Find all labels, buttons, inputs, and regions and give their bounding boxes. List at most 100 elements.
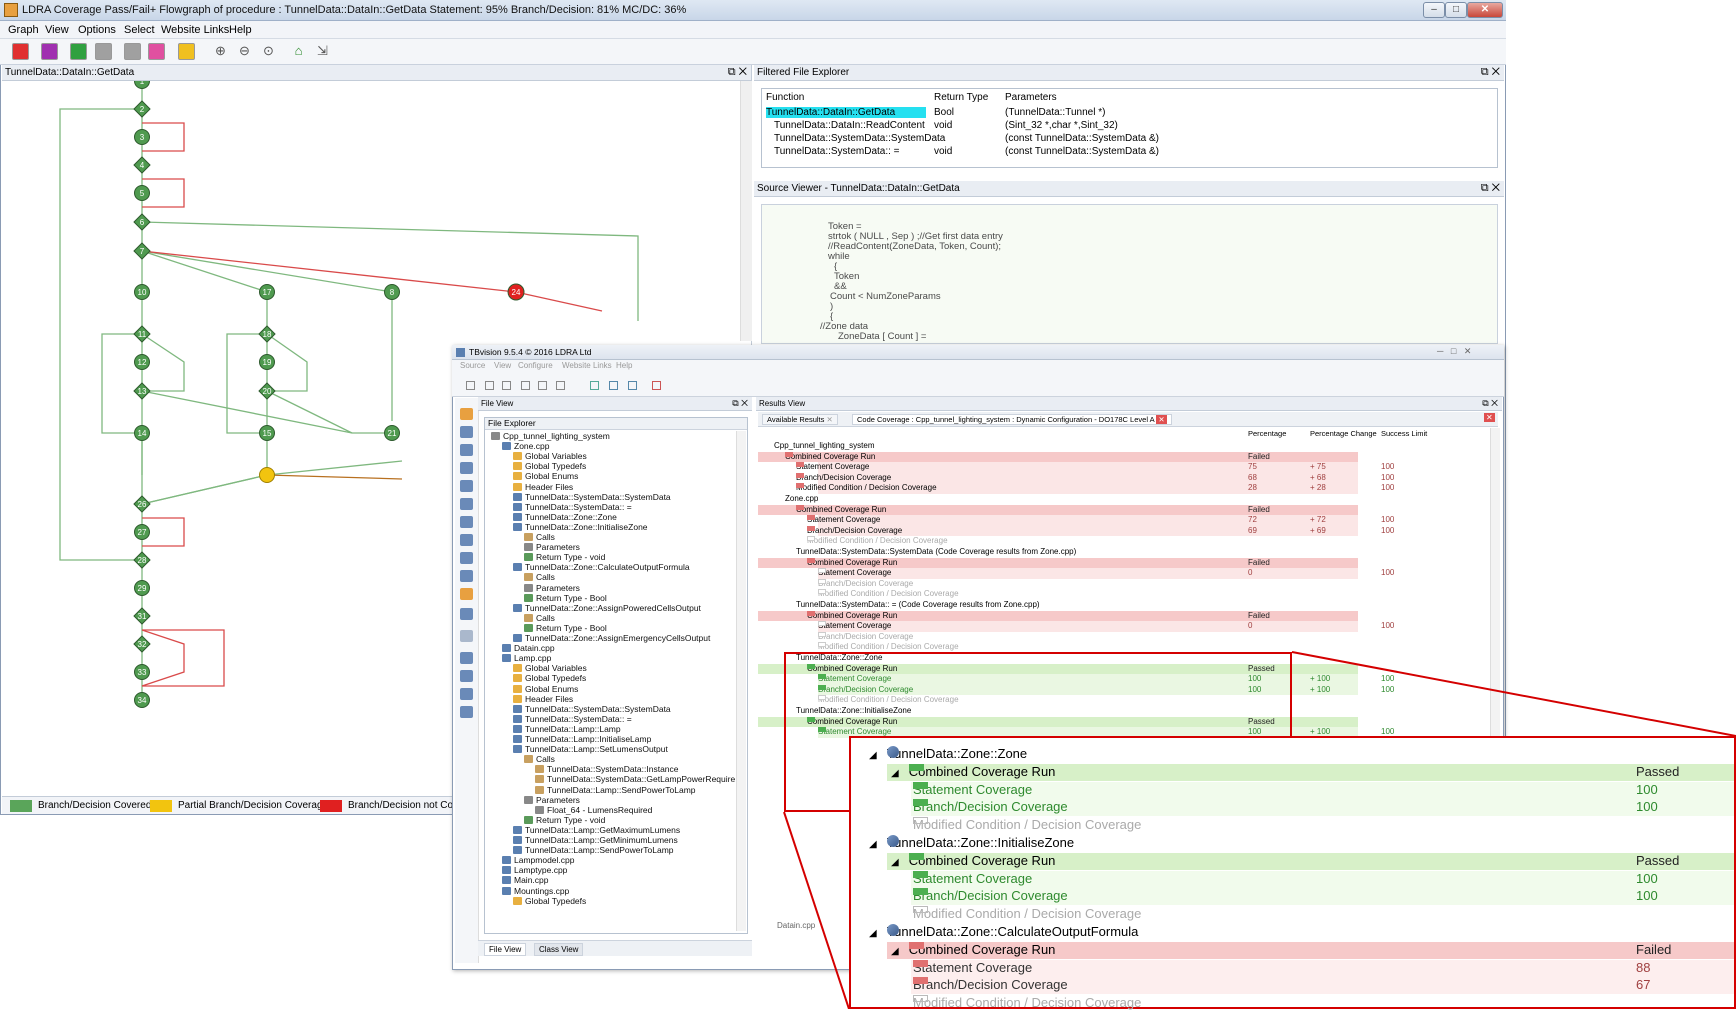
tree-item[interactable]: Lampmodel.cpp	[502, 855, 574, 865]
run-purple-icon[interactable]	[41, 43, 58, 60]
zoom-row[interactable]: ◢ Combined Coverage Run Passed	[851, 852, 1734, 870]
result-row[interactable]: TunnelData::SystemData:: = (Code Coverag…	[758, 600, 1492, 611]
tree-item[interactable]: Datain.cpp	[502, 643, 555, 653]
flow-node[interactable]: 15	[259, 425, 275, 441]
cut-icon[interactable]	[521, 381, 530, 390]
zoom-row[interactable]: Modified Condition / Decision Coverage	[851, 906, 1734, 923]
tb-menu-website-links[interactable]: Website Links	[562, 361, 612, 370]
tool-icon[interactable]	[460, 516, 473, 528]
panel-icon[interactable]	[628, 381, 637, 390]
flow-node[interactable]: 24	[507, 283, 525, 301]
menu-website-links[interactable]: Website Links	[161, 24, 229, 36]
tree-item[interactable]: Header Files	[513, 482, 573, 492]
tb-menu-configure[interactable]: Configure	[518, 361, 553, 370]
flow-node[interactable]: 13	[133, 382, 151, 400]
zoom-row[interactable]: Statement Coverage 88	[851, 959, 1734, 977]
tree-item[interactable]: TunnelData::Zone::InitialiseZone	[513, 522, 648, 532]
tool-icon[interactable]	[460, 706, 473, 718]
zoom-row[interactable]: Modified Condition / Decision Coverage	[851, 995, 1734, 1012]
tree-item[interactable]: Lamp.cpp	[502, 653, 551, 663]
zoom-row[interactable]: Branch/Decision Coverage 100	[851, 888, 1734, 906]
flow-node[interactable]: 7	[133, 242, 151, 260]
tool-icon[interactable]	[460, 670, 473, 682]
tool-icon[interactable]	[460, 480, 473, 492]
tool-icon[interactable]	[460, 462, 473, 474]
zoom-fit-icon[interactable]: ⊙	[260, 43, 277, 60]
expand-arrow-icon[interactable]: ◢	[869, 750, 877, 761]
flow-node[interactable]: 6	[133, 213, 151, 231]
flow-node[interactable]: 4	[133, 156, 151, 174]
close-button[interactable]: ✕	[1467, 2, 1503, 18]
report-icon[interactable]	[652, 381, 661, 390]
menu-help[interactable]: Help	[229, 24, 252, 36]
menu-select[interactable]: Select	[124, 24, 155, 36]
maximize-button[interactable]: □	[1445, 2, 1467, 18]
tab-file-view[interactable]: File View	[484, 943, 527, 956]
tree-item[interactable]: TunnelData::SystemData::SystemData	[513, 492, 671, 502]
tree-item[interactable]: Global Enums	[513, 471, 578, 481]
close-all-tabs-icon[interactable]: ✕	[1484, 413, 1495, 422]
zoom-row[interactable]: ◢ TunnelData::Zone::CalculateOutputFormul…	[851, 924, 1734, 941]
flow-node[interactable]: 1	[134, 81, 150, 89]
new-icon[interactable]	[466, 381, 475, 390]
flow-node[interactable]: 11	[133, 325, 151, 343]
file-view-close-icon[interactable]: ⧉ ✕	[732, 397, 748, 410]
result-row[interactable]: Cpp_tunnel_lighting_system	[758, 441, 1492, 452]
tree-item[interactable]: Cpp_tunnel_lighting_system	[491, 431, 610, 441]
result-row[interactable]: Statement Coverage 75 + 75 100	[758, 462, 1492, 473]
tree-item[interactable]: Global Typedefs	[513, 461, 586, 471]
paste-icon[interactable]	[502, 381, 511, 390]
col-parameters[interactable]: Parameters	[1005, 92, 1057, 103]
tree-item[interactable]: Parameters	[524, 542, 580, 552]
tree-item[interactable]: Float_64 - LumensRequired	[535, 805, 652, 815]
ffe-row[interactable]: TunnelData::DataIn::GetData Bool (Tunnel…	[762, 107, 1497, 120]
tree-item[interactable]: TunnelData::Zone::Zone	[513, 512, 617, 522]
tab-close-icon[interactable]: ✕	[1156, 415, 1167, 424]
flowgraph-title-bar[interactable]: LDRA Coverage Pass/Fail+ Flowgraph of pr…	[0, 0, 1506, 21]
ffe-row[interactable]: TunnelData::DataIn::ReadContent void (Si…	[762, 120, 1497, 133]
flow-node[interactable]: 19	[259, 354, 275, 370]
flow-node[interactable]: 14	[134, 425, 150, 441]
result-row[interactable]: Zone.cpp	[758, 494, 1492, 505]
result-row[interactable]: Statement Coverage 0 100	[758, 568, 1492, 579]
col-return-type[interactable]: Return Type	[934, 92, 988, 103]
flow-node[interactable]: 8	[384, 284, 400, 300]
tree-item[interactable]: TunnelData::Zone::AssignEmergencyCellsOu…	[513, 633, 710, 643]
tree-item[interactable]: Parameters	[524, 795, 580, 805]
tool-icon[interactable]	[460, 534, 473, 546]
tree-item[interactable]: Mountings.cpp	[502, 886, 569, 896]
tree-item[interactable]: TunnelData::Lamp::GetMinimumLumens	[513, 835, 678, 845]
minimize-button[interactable]: –	[1423, 2, 1445, 18]
flow-node[interactable]: 26	[133, 495, 151, 513]
results-view-close-icon[interactable]: ⧉ ✕	[1482, 397, 1498, 410]
col-percentage-change[interactable]: Percentage Change	[1310, 429, 1377, 438]
result-row[interactable]: Combined Coverage Run Failed	[758, 557, 1492, 569]
expand-arrow-icon[interactable]: ◢	[891, 946, 899, 957]
tree-item[interactable]: TunnelData::SystemData:: =	[513, 502, 632, 512]
tree-item[interactable]: TunnelData::SystemData:: =	[513, 714, 632, 724]
zoom-row[interactable]: ◢ TunnelData::Zone::Zone	[851, 746, 1734, 763]
source-code-area[interactable]: Token = strtok ( NULL , Sep ) ;//Get fir…	[761, 204, 1498, 344]
tree-item[interactable]: TunnelData::SystemData::GetLampPowerRequ…	[535, 774, 735, 784]
tool-icon[interactable]	[460, 652, 473, 664]
tree-item[interactable]: TunnelData::Lamp::SendPowerToLamp	[513, 845, 674, 855]
file-explorer-tree[interactable]: File Explorer Cpp_tunnel_lighting_system…	[484, 417, 748, 934]
zoom-row[interactable]: ◢ TunnelData::Zone::InitialiseZone	[851, 835, 1734, 852]
save-icon[interactable]	[556, 381, 565, 390]
result-row[interactable]: Modified Condition / Decision Coverage	[758, 589, 1492, 600]
tree-item[interactable]: Zone.cpp	[502, 441, 549, 451]
result-row[interactable]: Branch/Decision Coverage	[758, 578, 1492, 590]
tree-item[interactable]: Calls	[524, 754, 555, 764]
ffe-close-icon[interactable]: ⧉ ✕	[1481, 65, 1500, 80]
ffe-row[interactable]: TunnelData::SystemData:: = void (const T…	[762, 146, 1497, 159]
step-yellow-icon[interactable]	[178, 43, 195, 60]
result-row[interactable]: Statement Coverage 72 + 72 100	[758, 515, 1492, 526]
flow-node[interactable]: 32	[133, 635, 151, 653]
flow-node[interactable]: 21	[384, 425, 400, 441]
zoom-row[interactable]: Statement Coverage 100	[851, 870, 1734, 888]
tool-icon[interactable]	[460, 570, 473, 582]
result-row[interactable]: TunnelData::SystemData::SystemData (Code…	[758, 547, 1492, 558]
home-icon[interactable]: ⌂	[290, 43, 307, 60]
source-close-icon[interactable]: ⧉ ✕	[1481, 181, 1500, 196]
tbvision-title-bar[interactable]: TBvision 9.5.4 © 2016 LDRA Ltd ─ □ ✕	[452, 345, 1504, 360]
